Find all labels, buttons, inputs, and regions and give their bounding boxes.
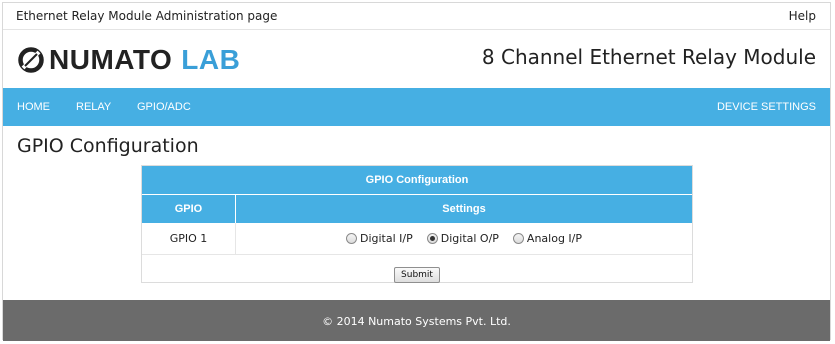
footer: © 2014 Numato Systems Pvt. Ltd. xyxy=(3,300,830,341)
brand-header: NUMATO LAB 8 Channel Ethernet Relay Modu… xyxy=(3,30,830,88)
top-bar: Ethernet Relay Module Administration pag… xyxy=(3,3,830,30)
page-title: GPIO Configuration xyxy=(17,135,199,157)
radio-option-analog-input[interactable]: Analog I/P xyxy=(512,232,583,245)
help-link[interactable]: Help xyxy=(789,3,816,29)
gpio-settings-cell: Digital I/P Digital O/P Analog I/P xyxy=(236,223,692,254)
site-title: Ethernet Relay Module Administration pag… xyxy=(16,9,278,23)
nav-item-device-settings[interactable]: DEVICE SETTINGS xyxy=(717,88,816,126)
copyright-text: © 2014 Numato Systems Pvt. Ltd. xyxy=(322,315,511,328)
gpio-name-cell: GPIO 1 xyxy=(142,223,236,254)
page-container: Ethernet Relay Module Administration pag… xyxy=(2,2,831,341)
gpio-config-panel: GPIO Configuration GPIO Settings GPIO 1 … xyxy=(141,165,693,283)
table-row: GPIO 1 Digital I/P Digital O/P Analog I/… xyxy=(142,223,692,255)
submit-row: Submit xyxy=(142,262,692,283)
radio-option-digital-output[interactable]: Digital O/P xyxy=(426,232,499,245)
radio-analog-input[interactable] xyxy=(512,233,524,244)
logo-word-lab: LAB xyxy=(181,44,241,75)
panel-title: GPIO Configuration xyxy=(142,166,692,195)
numato-lab-logo[interactable]: NUMATO LAB xyxy=(17,44,241,75)
nav-item-gpio-adc[interactable]: GPIO/ADC xyxy=(137,88,191,126)
product-title: 8 Channel Ethernet Relay Module xyxy=(481,45,816,69)
nav-item-home[interactable]: HOME xyxy=(17,88,50,126)
main-nav: HOME RELAY GPIO/ADC DEVICE SETTINGS xyxy=(3,88,830,126)
table-header-row: GPIO Settings xyxy=(142,195,692,223)
logo-word-numato: NUMATO xyxy=(49,44,173,75)
column-header-settings: Settings xyxy=(442,203,486,215)
numato-logo-icon xyxy=(18,47,44,73)
radio-digital-output[interactable] xyxy=(426,233,438,244)
radio-label-digital-input: Digital I/P xyxy=(359,232,413,245)
radio-option-digital-input[interactable]: Digital I/P xyxy=(345,232,413,245)
radio-label-digital-output: Digital O/P xyxy=(440,232,499,245)
radio-label-analog-input: Analog I/P xyxy=(526,232,583,245)
radio-digital-input[interactable] xyxy=(345,233,357,244)
nav-item-relay[interactable]: RELAY xyxy=(76,88,111,126)
submit-button[interactable]: Submit xyxy=(394,267,440,283)
column-header-gpio: GPIO xyxy=(142,195,236,223)
